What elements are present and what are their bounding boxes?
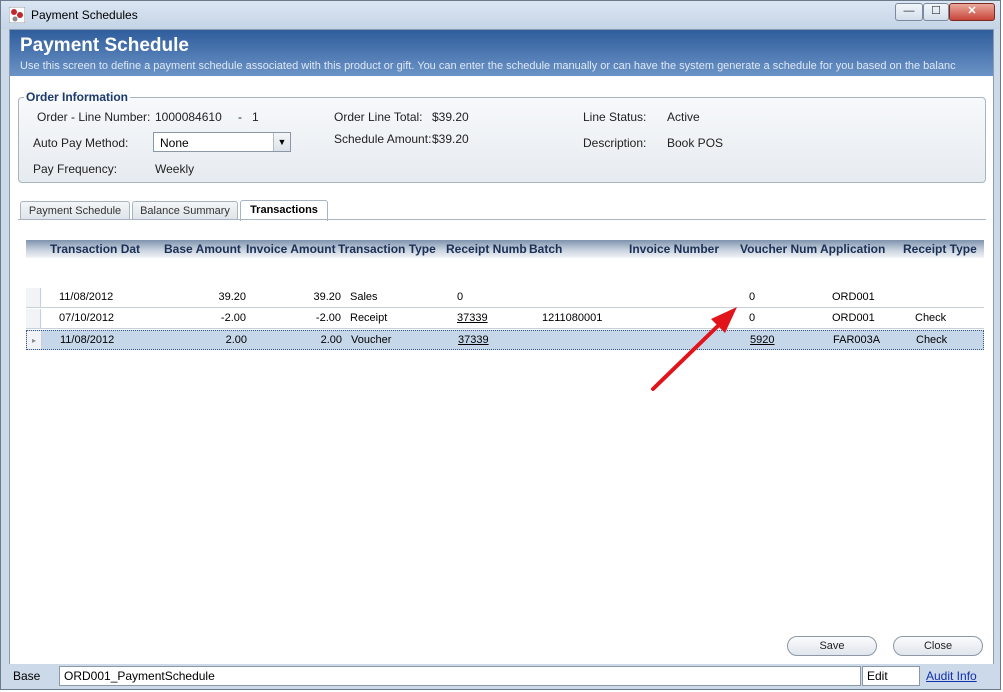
cell-base-amount: 2.00 [225,334,247,346]
column-header-transaction-type[interactable]: Transaction Type [338,242,446,256]
payment-schedules-window: Payment Schedules — ☐ ✕ Payment Schedule… [0,0,1001,690]
cell-transaction-type: Receipt [350,312,388,324]
schedule-amount-label: Schedule Amount: [334,132,432,146]
close-window-button[interactable]: ✕ [949,3,995,21]
line-status-value: Active [667,110,700,124]
order-line-total-label: Order Line Total: [334,110,423,124]
column-header-voucher-number[interactable]: Voucher Num [740,242,820,256]
cell-date: 07/10/2012 [59,312,115,324]
schedule-amount-value: $39.20 [432,132,469,146]
column-header-transaction-date[interactable]: Transaction Dat [50,242,164,256]
cell-base-amount: -2.00 [220,312,246,324]
cell-base-amount: 39.20 [218,291,246,303]
row-selector[interactable] [26,288,41,307]
order-line-label: Order - Line Number: [37,110,151,124]
table-row[interactable]: 11/08/2012 39.20 39.20 Sales 0 0 ORD001 [26,288,984,308]
cell-batch: 1211080001 [542,312,603,324]
transactions-grid: Transaction Dat Base Amount Invoice Amou… [26,240,984,350]
column-header-application[interactable]: Application [820,242,900,256]
cell-application: ORD001 [832,291,875,303]
save-button[interactable]: Save [787,636,877,656]
auto-pay-value: None [160,136,189,150]
client-area: Payment Schedule Use this screen to defi… [9,29,994,685]
order-number: 1000084610 [155,110,222,124]
pay-frequency-value: Weekly [155,162,195,176]
tab-payment-schedule[interactable]: Payment Schedule [20,201,130,220]
chevron-down-icon[interactable]: ▼ [273,133,290,151]
audit-info-link[interactable]: Audit Info [926,669,977,683]
window-title: Payment Schedules [31,8,138,22]
cell-receipt-type: Check [916,334,948,346]
line-status-label: Line Status: [583,110,647,124]
description-value: Book POS [667,136,724,150]
status-mode-field: Edit [862,666,920,686]
cell-invoice-amount: -2.00 [315,312,341,324]
table-row-selected[interactable]: ▸ 11/08/2012 2.00 2.00 Voucher 37339 592… [26,330,984,350]
current-row-marker-icon[interactable]: ▸ [27,331,42,349]
receipt-number-link[interactable]: 37339 [458,334,489,346]
table-row[interactable]: 07/10/2012 -2.00 -2.00 Receipt 37339 121… [26,309,984,329]
minimize-button[interactable]: — [895,3,923,21]
auto-pay-label: Auto Pay Method: [33,136,129,150]
tab-divider [18,219,986,220]
tab-balance-summary[interactable]: Balance Summary [132,201,238,220]
cell-receipt-type: Check [915,312,947,324]
maximize-button[interactable]: ☐ [923,3,949,21]
cell-transaction-type: Sales [350,291,378,303]
order-dash: - [238,110,242,124]
order-line-total-value: $39.20 [432,110,469,124]
cell-date: 11/08/2012 [59,291,114,303]
cell-application: FAR003A [833,334,881,346]
cell-date: 11/08/2012 [60,334,115,346]
tab-transactions[interactable]: Transactions [240,200,328,221]
cell-transaction-type: Voucher [351,334,392,346]
description-label: Description: [583,136,647,150]
auto-pay-method-select[interactable]: None ▼ [153,132,291,152]
status-base-label: Base [13,669,41,683]
receipt-number-link[interactable]: 37339 [457,312,488,324]
status-context-field: ORD001_PaymentSchedule [59,666,861,686]
row-selector[interactable] [26,309,41,328]
column-header-receipt-number[interactable]: Receipt Numb [446,242,528,256]
column-header-invoice-amount[interactable]: Invoice Amount [246,242,338,256]
annotation-arrow-icon [651,307,737,391]
order-information-legend: Order Information [24,90,131,104]
close-button[interactable]: Close [893,636,983,656]
cell-invoice-amount: 39.20 [313,291,341,303]
page-subtitle: Use this screen to define a payment sche… [20,60,956,72]
cell-receipt-number: 0 [457,291,464,303]
column-header-batch[interactable]: Batch [529,242,589,256]
column-header-receipt-type[interactable]: Receipt Type [903,242,983,256]
title-bar: Payment Schedules — ☐ ✕ [1,1,1000,29]
column-header-invoice-number[interactable]: Invoice Number [629,242,739,256]
column-header-base-amount[interactable]: Base Amount [164,242,244,256]
line-number: 1 [252,110,259,124]
cell-application: ORD001 [832,312,875,324]
order-information-panel: Order Information Order - Line Number: 1… [18,90,986,183]
screen-header: Payment Schedule Use this screen to defi… [10,30,993,76]
pay-frequency-label: Pay Frequency: [33,162,118,176]
status-bar: Base ORD001_PaymentSchedule Edit Audit I… [1,664,1000,689]
cell-invoice-amount: 2.00 [320,334,342,346]
app-icon [9,7,25,23]
page-title: Payment Schedule [20,35,189,56]
voucher-number-link[interactable]: 5920 [750,334,774,346]
grid-header: Transaction Dat Base Amount Invoice Amou… [26,240,984,258]
